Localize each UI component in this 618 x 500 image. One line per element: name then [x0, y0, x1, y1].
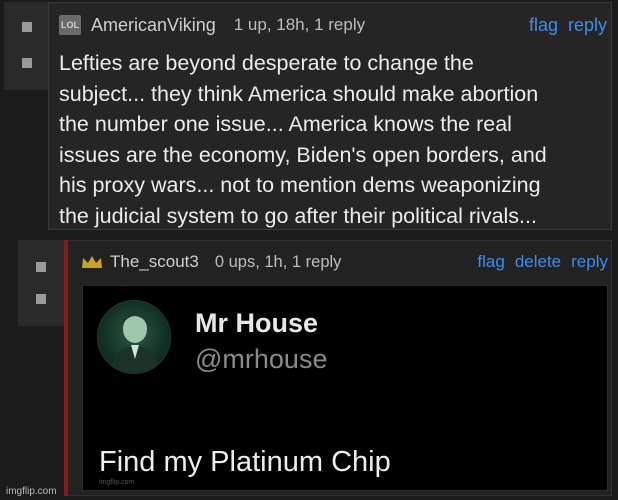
downvote-button[interactable] — [36, 294, 46, 304]
username-link[interactable]: AmericanViking — [91, 15, 216, 36]
meme-image[interactable]: Mr House @mrhouse Find my Platinum Chip … — [82, 285, 608, 491]
site-watermark: imgflip.com — [6, 486, 57, 497]
comment-header: LOL AmericanViking 1 up, 18h, 1 reply fl… — [59, 11, 607, 39]
comment-meta: 0 ups, 1h, 1 reply — [214, 252, 342, 271]
reply-link[interactable]: reply — [568, 15, 607, 36]
downvote-button[interactable] — [22, 58, 32, 68]
comment-line: issues are the economy, Biden's open bor… — [59, 142, 547, 167]
comment-text: Lefties are beyond desperate to change t… — [59, 48, 607, 231]
comment-line: the judicial system to go after their po… — [59, 203, 537, 228]
tweet-text: Find my Platinum Chip — [99, 446, 391, 478]
comment-line: the number one issue... America knows th… — [59, 112, 512, 136]
comment-meta: 1 up, 18h, 1 reply — [233, 15, 366, 34]
comment-line: subject... they think America should mak… — [59, 81, 539, 106]
comment-header: The_scout3 0 ups, 1h, 1 reply flag delet… — [80, 249, 608, 275]
tweet-author-handle: @mrhouse — [195, 344, 328, 374]
comment-line: his proxy wars... not to mention dems we… — [59, 173, 541, 197]
flag-link[interactable]: flag — [529, 15, 558, 36]
comment-card: LOL AmericanViking 1 up, 18h, 1 reply fl… — [48, 2, 612, 230]
reply-comment-card: The_scout3 0 ups, 1h, 1 reply flag delet… — [64, 240, 612, 496]
crown-icon — [82, 256, 102, 268]
portrait-figure — [110, 312, 160, 373]
comment-line: Lefties are beyond desperate to change t… — [59, 51, 474, 75]
comment-actions: flag reply — [529, 15, 607, 36]
username-link[interactable]: The_scout3 — [110, 252, 199, 272]
reply-link[interactable]: reply — [571, 252, 608, 272]
user-flair-badge: LOL — [59, 15, 81, 35]
comment-actions: flag delete reply — [477, 252, 608, 272]
delete-link[interactable]: delete — [515, 252, 561, 272]
image-watermark: imgflip.com — [99, 479, 135, 486]
vote-column — [4, 2, 50, 90]
vote-column — [18, 240, 64, 326]
tweet-author-name: Mr House — [195, 308, 319, 338]
flag-link[interactable]: flag — [477, 252, 504, 272]
upvote-button[interactable] — [36, 262, 46, 272]
avatar — [97, 300, 171, 374]
upvote-button[interactable] — [22, 22, 32, 32]
